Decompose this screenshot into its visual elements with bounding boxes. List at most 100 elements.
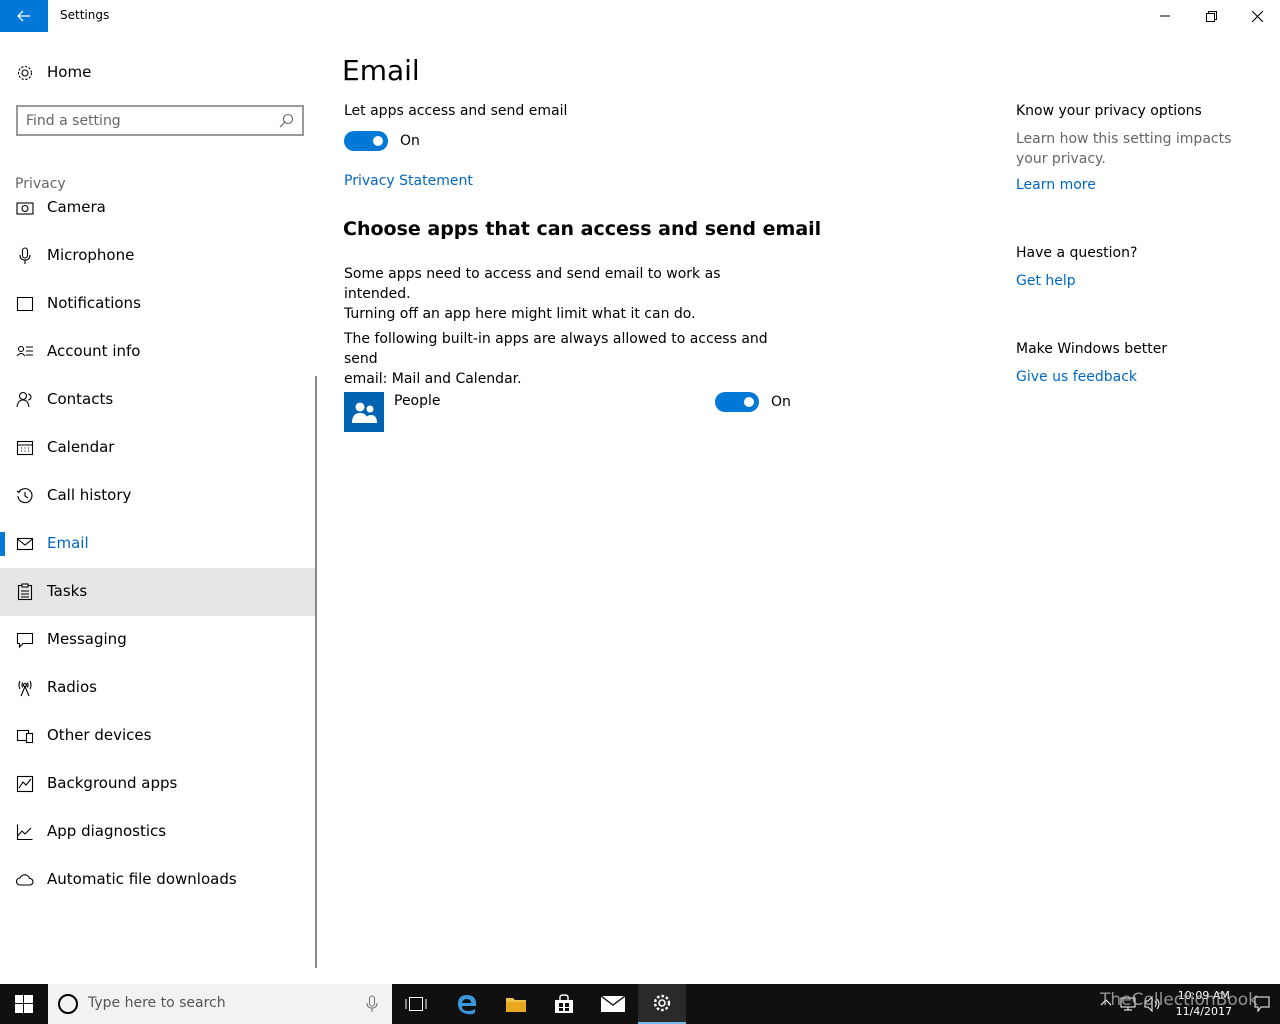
toggle-state-label: On bbox=[771, 394, 791, 410]
toggle-knob bbox=[744, 397, 754, 407]
toggle-state-label: On bbox=[400, 133, 420, 149]
mail-icon bbox=[601, 996, 625, 1012]
sidebar-item-camera[interactable]: Camera bbox=[0, 188, 316, 232]
privacy-statement-link[interactable]: Privacy Statement bbox=[344, 173, 473, 189]
restore-icon bbox=[1205, 10, 1217, 22]
background-apps-icon bbox=[16, 775, 34, 793]
restore-button[interactable] bbox=[1188, 0, 1234, 32]
mail-app-button[interactable] bbox=[589, 984, 637, 1024]
search-box[interactable] bbox=[16, 105, 304, 136]
taskbar: Type here to search 10:09 AM 11/4/2017 T… bbox=[0, 984, 1280, 1024]
sidebar-item-label: Contacts bbox=[47, 390, 114, 408]
people-app-icon bbox=[344, 392, 384, 432]
devices-icon bbox=[16, 729, 34, 744]
sidebar-item-app-diagnostics[interactable]: App diagnostics bbox=[0, 808, 316, 856]
privacy-options-text: Learn how this setting impacts your priv… bbox=[1016, 131, 1232, 167]
close-button[interactable] bbox=[1234, 0, 1280, 32]
give-feedback-link[interactable]: Give us feedback bbox=[1016, 369, 1137, 385]
task-view-button[interactable] bbox=[392, 984, 440, 1024]
sidebar-item-label: Radios bbox=[47, 678, 97, 696]
microphone-icon bbox=[19, 247, 31, 264]
notifications-icon bbox=[16, 296, 34, 312]
windows-logo-icon bbox=[15, 995, 33, 1013]
task-view-icon bbox=[405, 997, 427, 1011]
question-heading: Have a question? bbox=[1016, 245, 1138, 261]
selection-indicator bbox=[0, 532, 5, 556]
sidebar-item-label: Messaging bbox=[47, 630, 127, 648]
sidebar-item-label: Camera bbox=[47, 198, 106, 216]
minimize-icon bbox=[1160, 15, 1170, 17]
sidebar-item-microphone[interactable]: Microphone bbox=[0, 232, 316, 280]
sidebar-scrollbar[interactable] bbox=[315, 376, 317, 968]
people-app-toggle[interactable] bbox=[715, 392, 759, 412]
description-line: Some apps need to access and send email … bbox=[344, 266, 721, 302]
calendar-icon bbox=[16, 440, 34, 456]
system-tray: 10:09 AM 11/4/2017 TheCollectionBook bbox=[1000, 984, 1280, 1024]
search-input[interactable] bbox=[26, 111, 266, 131]
app-name-people: People bbox=[394, 393, 441, 409]
folder-icon bbox=[506, 998, 526, 1012]
learn-more-link[interactable]: Learn more bbox=[1016, 177, 1096, 193]
main-content: Email Let apps access and send email On … bbox=[318, 32, 1280, 984]
sidebar-item-label: Background apps bbox=[47, 774, 178, 792]
gear-icon bbox=[17, 65, 33, 81]
page-title: Email bbox=[342, 54, 420, 87]
sidebar-item-other-devices[interactable]: Other devices bbox=[0, 712, 316, 760]
sidebar-item-background-apps[interactable]: Background apps bbox=[0, 760, 316, 808]
description-line: Turning off an app here might limit what… bbox=[344, 306, 696, 322]
description-line: The following built-in apps are always a… bbox=[344, 331, 768, 367]
sidebar-item-messaging[interactable]: Messaging bbox=[0, 616, 316, 664]
microphone-icon[interactable] bbox=[366, 995, 378, 1013]
toggle-knob bbox=[373, 136, 383, 146]
sidebar-item-notifications[interactable]: Notifications bbox=[0, 280, 316, 328]
sidebar-item-label: Tasks bbox=[47, 582, 88, 600]
radio-antenna-icon bbox=[18, 680, 32, 697]
section-heading: Choose apps that can access and send ema… bbox=[343, 218, 822, 240]
sidebar-item-tasks[interactable]: Tasks bbox=[0, 568, 316, 616]
minimize-button[interactable] bbox=[1142, 0, 1188, 32]
description-line: email: Mail and Calendar. bbox=[344, 371, 522, 387]
cortana-icon bbox=[58, 994, 78, 1014]
email-access-label: Let apps access and send email bbox=[344, 103, 568, 119]
back-button[interactable] bbox=[0, 0, 48, 32]
gear-icon bbox=[653, 994, 671, 1012]
search-icon[interactable] bbox=[279, 113, 294, 128]
start-button[interactable] bbox=[0, 984, 48, 1024]
sidebar-item-automatic-file-downloads[interactable]: Automatic file downloads bbox=[0, 856, 316, 904]
tasks-icon bbox=[17, 583, 33, 601]
diagnostics-icon bbox=[16, 824, 33, 841]
sidebar-item-email[interactable]: Email bbox=[0, 520, 316, 568]
sidebar-item-contacts[interactable]: Contacts bbox=[0, 376, 316, 424]
privacy-nav-list: Camera Microphone Notifications Account … bbox=[0, 188, 318, 988]
sidebar-item-label: Home bbox=[47, 63, 92, 81]
contacts-icon bbox=[16, 391, 32, 408]
mail-icon bbox=[16, 537, 34, 551]
taskbar-search-placeholder: Type here to search bbox=[88, 995, 226, 1011]
edge-button[interactable] bbox=[443, 984, 491, 1024]
sidebar-item-call-history[interactable]: Call history bbox=[0, 472, 316, 520]
sidebar-item-home[interactable]: Home bbox=[0, 56, 318, 90]
people-icon bbox=[352, 402, 377, 423]
title-bar: Settings bbox=[0, 0, 1280, 32]
sidebar-item-label: Notifications bbox=[47, 294, 141, 312]
store-icon bbox=[555, 994, 573, 1013]
close-icon bbox=[1251, 10, 1263, 22]
sidebar-item-label: Account info bbox=[47, 342, 141, 360]
sidebar-item-radios[interactable]: Radios bbox=[0, 664, 316, 712]
edge-icon bbox=[458, 995, 476, 1015]
taskbar-search-box[interactable]: Type here to search bbox=[48, 984, 392, 1024]
back-arrow-icon bbox=[17, 10, 30, 22]
get-help-link[interactable]: Get help bbox=[1016, 273, 1076, 289]
sidebar-item-account-info[interactable]: Account info bbox=[0, 328, 316, 376]
feedback-heading: Make Windows better bbox=[1016, 341, 1168, 357]
window-title: Settings bbox=[60, 8, 110, 22]
privacy-options-heading: Know your privacy options bbox=[1016, 103, 1202, 119]
sidebar-item-calendar[interactable]: Calendar bbox=[0, 424, 316, 472]
settings-app-button[interactable] bbox=[638, 984, 686, 1024]
history-icon bbox=[16, 488, 33, 504]
store-button[interactable] bbox=[540, 984, 588, 1024]
sidebar: Home Privacy Camera Microphone Notificat… bbox=[0, 32, 318, 984]
email-access-toggle[interactable] bbox=[344, 131, 388, 151]
file-explorer-button[interactable] bbox=[492, 984, 540, 1024]
sidebar-item-label: Calendar bbox=[47, 438, 115, 456]
